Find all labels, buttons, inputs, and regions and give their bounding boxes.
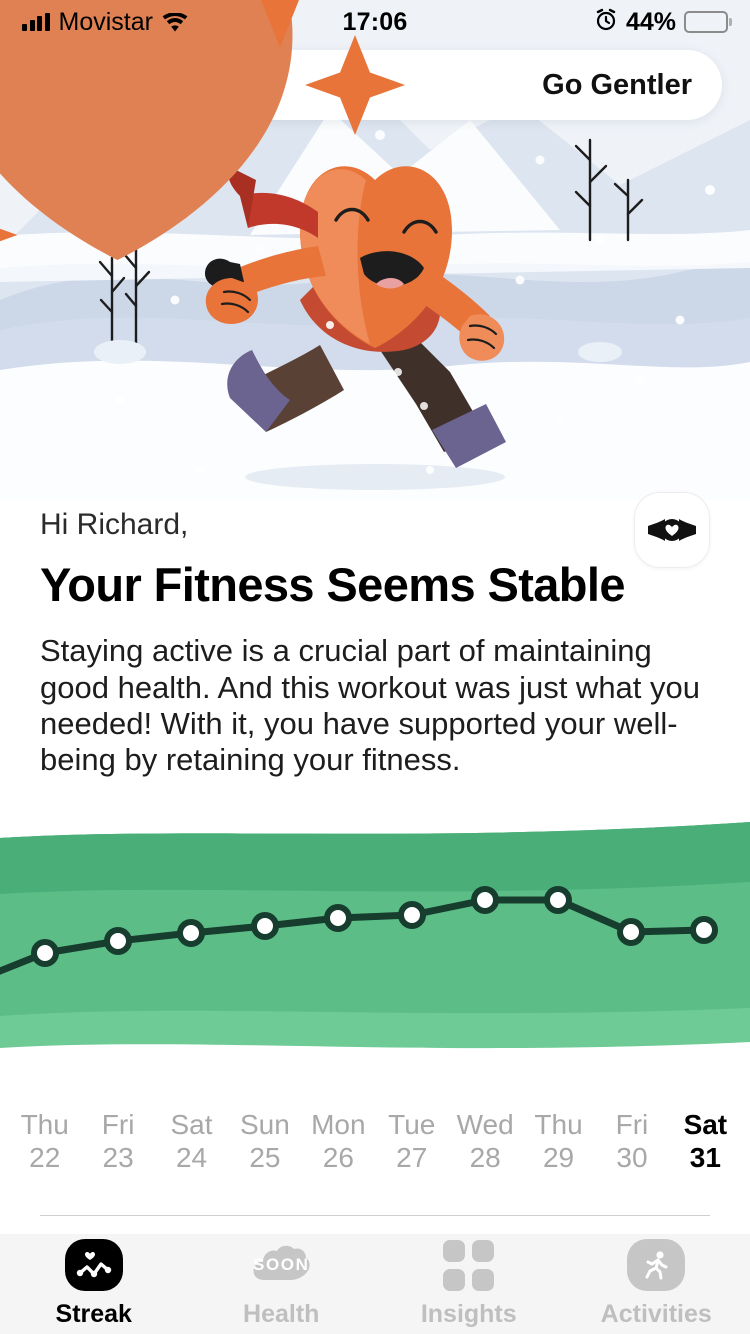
tab-label-insights: Insights (420, 1300, 517, 1328)
body-text: Staying active is a crucial part of main… (40, 633, 701, 778)
day-column[interactable]: Sat 31 (669, 1108, 742, 1174)
day-of-week: Mon (311, 1109, 366, 1140)
day-number: 26 (322, 1142, 354, 1174)
tab-label-health: Health (243, 1300, 320, 1328)
carrier-label: Movistar (58, 7, 153, 36)
status-bar-right: 44% (407, 7, 729, 37)
chart-point[interactable] (104, 927, 132, 955)
day-of-week: Sat (683, 1109, 728, 1140)
go-gentler-label: Go Gentler (542, 68, 692, 101)
chart-point[interactable] (324, 904, 352, 932)
clock: 17:06 (342, 7, 408, 36)
chart-point[interactable] (31, 939, 59, 967)
tab-label-streak: Streak (55, 1300, 132, 1328)
fitness-band-button[interactable] (634, 492, 710, 568)
day-number: 30 (616, 1142, 648, 1174)
signal-bars-icon (22, 13, 50, 31)
day-column[interactable]: Thu 29 (522, 1108, 595, 1174)
day-column[interactable]: Mon 26 (302, 1108, 375, 1174)
chart-point[interactable] (471, 886, 499, 914)
battery-icon (684, 11, 729, 33)
running-person-icon (625, 1239, 687, 1291)
day-of-week: Wed (456, 1109, 514, 1140)
cloud-icon: SOON (250, 1239, 312, 1291)
sparkle-heart-icon (0, 0, 406, 260)
battery-percent-label: 44% (625, 7, 677, 36)
tab-label-activities: Activities (600, 1300, 712, 1328)
chart-point[interactable] (544, 886, 572, 914)
day-column[interactable]: Fri 30 (595, 1108, 668, 1174)
day-number: 28 (469, 1142, 501, 1174)
day-column[interactable]: Wed 28 (448, 1108, 521, 1174)
day-of-week: Sat (170, 1109, 213, 1140)
day-of-week: Fri (101, 1109, 135, 1140)
soon-badge-label: SOON (253, 1255, 310, 1274)
page-title: Your Fitness Seems Stable (40, 558, 626, 611)
day-number: 23 (102, 1142, 134, 1174)
day-number: 22 (29, 1142, 61, 1174)
day-of-week: Tue (388, 1109, 436, 1140)
day-column[interactable]: Thu 22 (8, 1108, 81, 1174)
wifi-icon (162, 11, 188, 32)
day-of-week: Thu (20, 1109, 69, 1140)
day-column[interactable]: Sun 25 (228, 1108, 301, 1174)
chart-point[interactable] (690, 916, 718, 944)
status-bar: Movistar 17:06 44% (0, 0, 750, 44)
chart-point[interactable] (177, 919, 205, 947)
tab-bar: Streak SOON Health Insights Activities (0, 1234, 750, 1334)
streak-heart-chart-icon (63, 1239, 125, 1291)
tab-health[interactable]: SOON Health (188, 1239, 376, 1329)
day-number: 25 (249, 1142, 281, 1174)
grid-four-icon (438, 1239, 500, 1291)
fitness-band-heart-icon (648, 519, 696, 541)
day-number: 27 (396, 1142, 428, 1174)
chart-point[interactable] (251, 912, 279, 940)
day-column[interactable]: Sat 24 (155, 1108, 228, 1174)
day-number: 24 (175, 1142, 208, 1174)
tab-activities[interactable]: Activities (563, 1239, 750, 1329)
tab-streak[interactable]: Streak (0, 1239, 188, 1329)
alarm-clock-icon (594, 8, 618, 37)
status-bar-left: Movistar (22, 8, 343, 37)
main-content: Hi Richard, Your Fitness Seems Stable St… (0, 492, 750, 778)
fitness-chart[interactable] (0, 820, 750, 1060)
day-of-week: Sun (240, 1109, 290, 1140)
day-number: 31 (689, 1142, 721, 1174)
day-column[interactable]: Tue 27 (375, 1108, 448, 1174)
divider (40, 1215, 710, 1216)
hero-illustration: Go Gentler (0, 0, 750, 500)
day-column[interactable]: Fri 23 (81, 1108, 154, 1174)
tab-insights[interactable]: Insights (375, 1239, 563, 1329)
chart-point[interactable] (398, 901, 426, 929)
day-scale: Thu 22 Fri 23 Sat 24 Sun 25 Mon 26 Tue 27 Wed 28 Thu 29… (0, 1108, 750, 1174)
day-of-week: Fri (615, 1109, 649, 1140)
go-gentler-button[interactable]: Go Gentler (0, 0, 722, 260)
app-root: Go Gentler Movistar 17:06 44% Hi Richard… (0, 0, 750, 1334)
chart-point[interactable] (617, 918, 645, 946)
day-number: 29 (542, 1142, 575, 1174)
day-of-week: Thu (534, 1109, 583, 1140)
